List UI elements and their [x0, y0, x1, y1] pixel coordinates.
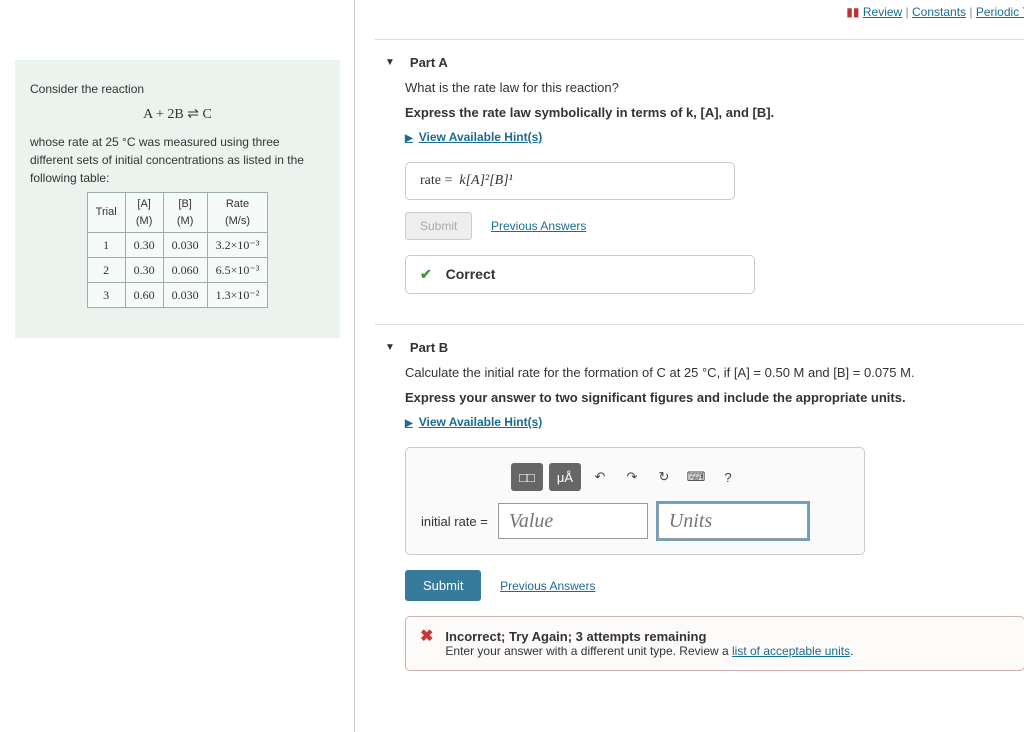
th-trial: Trial — [87, 193, 125, 233]
main-content: ▮▮ Review | Constants | Periodic Ta ▼ Pa… — [355, 0, 1024, 732]
th-a: [A](M) — [125, 193, 163, 233]
value-input[interactable] — [498, 503, 648, 539]
help-button[interactable]: ? — [715, 463, 741, 491]
undo-button[interactable]: ↶ — [587, 463, 613, 491]
part-b-answer-widget: □□ μÅ ↶ ↷ ↻ ⌨ ? initial rate = — [405, 447, 865, 555]
feedback-body: Enter your answer with a different unit … — [445, 644, 853, 658]
feedback-title: Incorrect; Try Again; 3 attempts remaini… — [445, 629, 853, 644]
part-a-title: Part A — [410, 55, 448, 70]
redo-button[interactable]: ↷ — [619, 463, 645, 491]
part-a-hints-link[interactable]: View Available Hint(s) — [405, 130, 542, 144]
keyboard-button[interactable]: ⌨ — [683, 463, 709, 491]
part-b-feedback-incorrect: ✖ Incorrect; Try Again; 3 attempts remai… — [405, 616, 1024, 671]
units-input[interactable] — [658, 503, 808, 539]
part-a-previous-answers-link[interactable]: Previous Answers — [491, 219, 586, 233]
intro-text: Consider the reaction — [30, 80, 325, 98]
problem-sidebar: Consider the reaction A + 2B ⇌ C whose r… — [0, 0, 355, 732]
reaction-equation: A + 2B ⇌ C — [30, 104, 325, 125]
part-b-submit-button[interactable]: Submit — [405, 570, 481, 601]
th-b: [B](M) — [163, 193, 207, 233]
part-b-title: Part B — [410, 340, 448, 355]
part-b-instruction: Express your answer to two significant f… — [405, 390, 1024, 405]
problem-description: whose rate at 25 °C was measured using t… — [30, 133, 325, 187]
part-b: ▼ Part B Calculate the initial rate for … — [375, 324, 1024, 686]
initial-rate-label: initial rate = — [421, 514, 488, 529]
part-a-answer-box: rate = k[A]²[B]¹ — [405, 162, 735, 200]
reset-button[interactable]: ↻ — [651, 463, 677, 491]
problem-statement: Consider the reaction A + 2B ⇌ C whose r… — [15, 60, 340, 338]
part-a-instruction: Express the rate law symbolically in ter… — [405, 105, 1024, 120]
review-link[interactable]: Review — [863, 5, 902, 19]
periodic-table-link[interactable]: Periodic Ta — [976, 5, 1024, 19]
part-b-header[interactable]: ▼ Part B — [375, 325, 1024, 365]
table-row: 30.600.0301.3×10⁻² — [87, 283, 268, 308]
top-links: ▮▮ Review | Constants | Periodic Ta — [375, 0, 1024, 24]
part-a-answer: k[A]²[B]¹ — [459, 173, 513, 188]
part-a-header[interactable]: ▼ Part A — [375, 40, 1024, 80]
part-a: ▼ Part A What is the rate law for this r… — [375, 39, 1024, 309]
templates-button[interactable]: □□ — [511, 463, 543, 491]
constants-link[interactable]: Constants — [912, 5, 966, 19]
part-b-hints-link[interactable]: View Available Hint(s) — [405, 415, 542, 429]
concentration-table: Trial [A](M) [B](M) Rate(M/s) 10.300.030… — [87, 192, 269, 308]
th-rate: Rate(M/s) — [207, 193, 268, 233]
incorrect-icon: ✖ — [420, 629, 433, 658]
acceptable-units-link[interactable]: list of acceptable units — [732, 644, 850, 658]
part-a-question: What is the rate law for this reaction? — [405, 80, 1024, 95]
table-row: 10.300.0303.2×10⁻³ — [87, 233, 268, 258]
part-a-feedback-correct: Correct — [405, 255, 755, 294]
part-b-question: Calculate the initial rate for the forma… — [405, 365, 1024, 380]
collapse-icon: ▼ — [385, 57, 395, 68]
part-b-previous-answers-link[interactable]: Previous Answers — [500, 579, 595, 593]
part-a-submit-button: Submit — [405, 212, 472, 240]
book-icon: ▮▮ — [846, 5, 859, 19]
collapse-icon: ▼ — [385, 342, 395, 353]
table-row: 20.300.0606.5×10⁻³ — [87, 258, 268, 283]
units-button[interactable]: μÅ — [549, 463, 581, 491]
answer-toolbar: □□ μÅ ↶ ↷ ↻ ⌨ ? — [511, 463, 849, 491]
